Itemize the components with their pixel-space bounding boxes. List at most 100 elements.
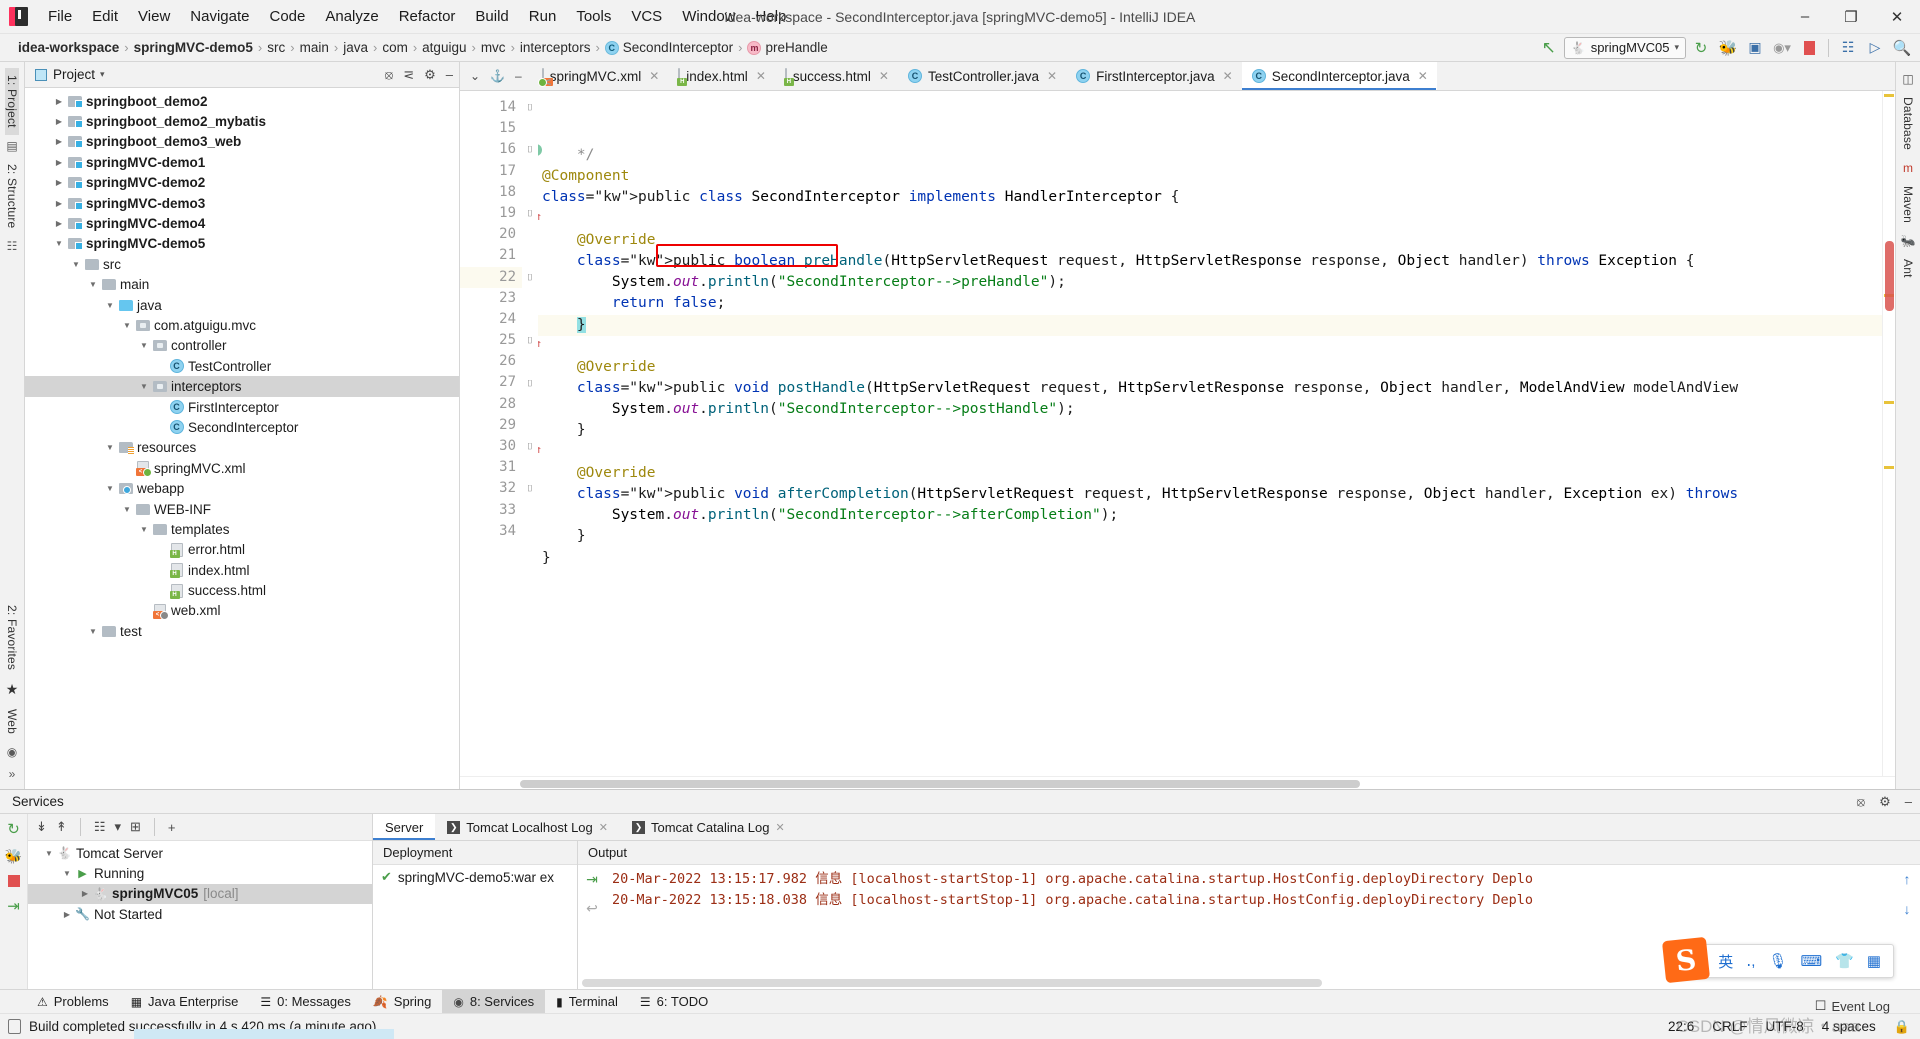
fold-marker[interactable] — [522, 351, 538, 372]
line-number-gutter[interactable]: 14 15 16 17 18 19 ↑ 20 21 22 23 24 25 ↑ 26 27 28 29 30 ↑ 31 3… — [460, 91, 542, 776]
chevron-right-icon[interactable]: ▶ — [52, 199, 66, 208]
collapse-all-icon[interactable]: ⋜ — [403, 67, 414, 83]
output-horizontal-scrollbar[interactable] — [578, 977, 1920, 989]
tree-node-springmvc-demo2[interactable]: ▶ springMVC-demo2 — [25, 173, 459, 193]
fold-marker[interactable] — [522, 415, 538, 436]
code-line[interactable]: } — [538, 526, 1882, 547]
tree-node-error-html[interactable]: Herror.html — [25, 540, 459, 560]
menu-help[interactable]: Help — [747, 4, 796, 29]
run-tomcat-icon[interactable]: ▷ — [1863, 37, 1887, 59]
menu-edit[interactable]: Edit — [83, 4, 127, 29]
redeploy-icon[interactable]: ⇥ — [7, 897, 20, 915]
code-folding-column[interactable]: ⌷ ⌷ ⌷ ⌷ ⌷ ⌷ ⌷ ⌷ — [522, 91, 538, 776]
tool-window-spring[interactable]: 🍂 Spring — [362, 990, 443, 1013]
sidebar-item-favorites[interactable]: 2: Favorites — [5, 598, 19, 677]
tree-node-resources[interactable]: ▼ resources — [25, 438, 459, 458]
line-number[interactable]: 33 — [460, 500, 522, 521]
code-line[interactable]: @Component — [538, 166, 1882, 187]
line-number[interactable]: 31 — [460, 457, 522, 478]
add-icon[interactable]: + — [168, 820, 176, 835]
services-tab-server[interactable]: Server — [373, 814, 436, 840]
code-editor[interactable]: 14 15 16 17 18 19 ↑ 20 21 22 23 24 25 ↑ 26 27 28 29 30 ↑ 31 3… — [460, 91, 1895, 776]
fold-marker[interactable] — [522, 245, 538, 266]
vertical-scrollbar-thumb[interactable] — [1885, 241, 1894, 311]
source-code[interactable]: */@Component class="kw">public class Seco… — [538, 91, 1882, 776]
chevron-down-icon[interactable]: ▼ — [137, 525, 151, 534]
menu-vcs[interactable]: VCS — [622, 4, 671, 29]
horizontal-scrollbar-thumb[interactable] — [520, 780, 1360, 788]
maximize-button[interactable]: ❐ — [1828, 0, 1874, 34]
code-line[interactable]: System.out.println("SecondInterceptor-->… — [538, 272, 1882, 293]
breadcrumb-item-src[interactable]: src — [263, 39, 289, 56]
line-number[interactable]: 19 ↑ — [460, 203, 542, 224]
line-number[interactable]: 21 — [460, 245, 522, 266]
fold-marker[interactable]: ⌷ — [522, 478, 538, 499]
breadcrumb-item-main[interactable]: main — [296, 39, 333, 56]
menu-build[interactable]: Build — [466, 4, 517, 29]
tree-node-templates[interactable]: ▼ templates — [25, 519, 459, 539]
fold-marker[interactable] — [522, 521, 538, 542]
chevron-down-icon[interactable]: ▼ — [69, 260, 83, 269]
line-number[interactable]: 26 — [460, 351, 522, 372]
locate-icon[interactable]: ⦻ — [385, 67, 394, 83]
tool-window-terminal[interactable]: ▮ Terminal — [545, 990, 629, 1013]
back-arrow-icon[interactable]: ↖ — [1537, 37, 1561, 59]
chevron-right-icon[interactable]: ▶ — [60, 910, 74, 919]
code-line[interactable]: @Override — [538, 230, 1882, 251]
editor-tab-success-html[interactable]: Hsuccess.html ✕ — [775, 62, 898, 90]
editor-tab-secondinterceptor-java[interactable]: C SecondInterceptor.java ✕ — [1241, 62, 1437, 90]
close-icon[interactable]: ✕ — [649, 69, 659, 83]
tree-node-controller[interactable]: ▼ controller — [25, 336, 459, 356]
fold-marker[interactable] — [522, 288, 538, 309]
profiler-icon[interactable]: ◉▾ — [1770, 37, 1794, 59]
error-marker-stripe[interactable] — [1882, 91, 1895, 776]
tool-window-0-messages[interactable]: ☰ 0: Messages — [249, 990, 361, 1013]
editor-tab-index-html[interactable]: Hindex.html ✕ — [668, 62, 775, 90]
breadcrumb-item-method[interactable]: m preHandle — [743, 39, 831, 56]
code-line[interactable]: class="kw">public void afterCompletion(H… — [538, 484, 1882, 505]
menu-window[interactable]: Window — [673, 4, 744, 29]
sidebar-item-structure[interactable]: 2: Structure — [5, 157, 19, 235]
sidebar-item-project[interactable]: 1: Project — [5, 68, 19, 135]
breadcrumb-item-atguigu[interactable]: atguigu — [418, 39, 470, 56]
code-line[interactable]: @Override — [538, 463, 1882, 484]
rerun-icon[interactable]: ↻ — [7, 820, 20, 838]
menu-view[interactable]: View — [129, 4, 179, 29]
chevron-down-icon[interactable]: ▼ — [120, 321, 134, 330]
breadcrumb-item-workspace[interactable]: idea-workspace — [14, 39, 123, 56]
fold-marker[interactable] — [522, 500, 538, 521]
services-node-springmvc05[interactable]: ▶ 🐇 springMVC05 [local] — [28, 883, 372, 905]
services-tree[interactable]: ▼ 🐇 Tomcat Server ▼ ▶ Running ▶ 🐇 springMVC05 [lo… — [28, 841, 372, 989]
close-icon[interactable]: ✕ — [1047, 69, 1057, 83]
line-separator[interactable]: CRLF — [1712, 1019, 1747, 1034]
fold-marker[interactable]: ⌷ — [522, 372, 538, 393]
menu-tools[interactable]: Tools — [567, 4, 620, 29]
tree-node-springmvc-demo3[interactable]: ▶ springMVC-demo3 — [25, 193, 459, 213]
fold-marker[interactable] — [522, 394, 538, 415]
scroll-up-icon[interactable]: ↑ — [1904, 871, 1911, 887]
hide-icon[interactable]: – — [515, 69, 522, 83]
pin-icon[interactable]: ⚓ — [490, 69, 505, 83]
expand-all-icon[interactable]: ↡ — [36, 819, 47, 835]
chevron-right-icon[interactable]: ▶ — [52, 178, 66, 187]
chevron-down-icon[interactable]: ▼ — [137, 341, 151, 350]
line-number[interactable]: 30 ↑ — [460, 436, 542, 457]
redeploy-icon[interactable]: ↻ — [1689, 37, 1713, 59]
line-number[interactable]: 23 — [460, 288, 522, 309]
caret-position[interactable]: 22:6 — [1668, 1019, 1694, 1034]
tool-window-6-todo[interactable]: ☰ 6: TODO — [629, 990, 719, 1013]
tree-node-firstinterceptor[interactable]: C FirstInterceptor — [25, 397, 459, 417]
breadcrumb-item-java[interactable]: java — [339, 39, 372, 56]
indent-setting[interactable]: 4 spaces — [1822, 1019, 1876, 1034]
event-log-button[interactable]: ☐ Event Log — [1815, 998, 1890, 1014]
menu-run[interactable]: Run — [520, 4, 566, 29]
tree-node-main[interactable]: ▼ main — [25, 275, 459, 295]
gear-icon[interactable]: ⚙ — [1879, 794, 1891, 810]
fold-marker[interactable]: ⌷ — [522, 203, 538, 224]
chevron-right-icon[interactable]: ▶ — [52, 97, 66, 106]
tool-window-problems[interactable]: ⚠ Problems — [26, 990, 120, 1013]
code-line[interactable]: System.out.println("SecondInterceptor-->… — [538, 505, 1882, 526]
menu-bar[interactable]: File Edit View Navigate Code Analyze Ref… — [39, 4, 795, 29]
breadcrumb-item-com[interactable]: com — [378, 39, 412, 56]
chevron-right-icon[interactable]: ▶ — [78, 889, 92, 898]
